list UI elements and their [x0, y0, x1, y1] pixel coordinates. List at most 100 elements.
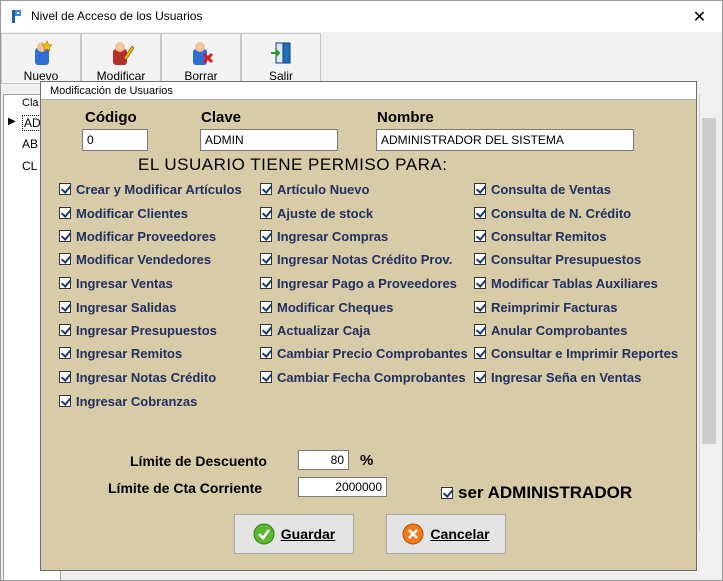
permission-checkbox[interactable]: Reimprimir Facturas	[474, 298, 617, 316]
permission-checkbox[interactable]: Modificar Tablas Auxiliares	[474, 274, 658, 292]
permission-label: Crear y Modificar Artículos	[76, 181, 242, 197]
checkbox-box[interactable]	[260, 183, 272, 195]
checkbox-box[interactable]	[260, 324, 272, 336]
permission-label: Modificar Tablas Auxiliares	[491, 275, 658, 291]
checkbox-box[interactable]	[474, 230, 486, 242]
checkbox-box[interactable]	[474, 207, 486, 219]
permission-checkbox[interactable]: Consultar Presupuestos	[474, 250, 641, 268]
edit-pencil-icon	[113, 42, 134, 65]
permission-label: Ingresar Salidas	[76, 299, 177, 315]
guardar-button[interactable]: Guardar	[234, 514, 354, 554]
permission-checkbox[interactable]: Cambiar Precio Comprobantes	[260, 344, 468, 362]
checkbox-box[interactable]	[474, 253, 486, 265]
permission-checkbox[interactable]: Ingresar Remitos	[59, 344, 182, 362]
checkbox-box[interactable]	[59, 230, 71, 242]
checkbox-box[interactable]	[474, 347, 486, 359]
permission-checkbox[interactable]: Modificar Clientes	[59, 204, 188, 222]
permission-checkbox[interactable]: Cambiar Fecha Comprobantes	[260, 368, 466, 386]
checkbox-box[interactable]	[441, 487, 453, 499]
checkbox-box[interactable]	[260, 207, 272, 219]
checkbox-box[interactable]	[59, 301, 71, 313]
borrar-button[interactable]: Borrar	[161, 33, 241, 84]
permission-checkbox[interactable]: Ingresar Compras	[260, 227, 388, 245]
permission-checkbox[interactable]: Crear y Modificar Artículos	[59, 180, 242, 198]
permission-checkbox[interactable]: Ingresar Cobranzas	[59, 392, 197, 410]
limite-cta-field[interactable]	[298, 477, 387, 497]
checkbox-box[interactable]	[260, 347, 272, 359]
cancelar-label: Cancelar	[430, 526, 490, 542]
permission-label: Ingresar Notas Crédito Prov.	[277, 251, 453, 267]
permission-checkbox[interactable]: Anular Comprobantes	[474, 321, 628, 339]
nombre-field[interactable]	[376, 129, 634, 151]
grid-scrollbar[interactable]	[699, 94, 717, 531]
permission-checkbox[interactable]: Ingresar Seña en Ventas	[474, 368, 641, 386]
permission-label: Ingresar Seña en Ventas	[491, 369, 642, 385]
permission-checkbox[interactable]: Modificar Vendedores	[59, 250, 211, 268]
permission-label: Modificar Vendedores	[76, 251, 212, 267]
codigo-field[interactable]	[82, 129, 148, 151]
salir-button[interactable]: Salir	[241, 33, 321, 84]
checkbox-box[interactable]	[59, 183, 71, 195]
permission-label: Consulta de N. Crédito	[491, 205, 632, 221]
checkbox-box[interactable]	[474, 183, 486, 195]
nombre-label: Nombre	[377, 109, 434, 126]
checkbox-box[interactable]	[260, 230, 272, 242]
checkbox-box[interactable]	[59, 347, 71, 359]
permission-checkbox[interactable]: Consultar Remitos	[474, 227, 607, 245]
cancelar-button[interactable]: Cancelar	[386, 514, 506, 554]
checkbox-box[interactable]	[474, 324, 486, 336]
window-title: Nivel de Acceso de los Usuarios	[31, 9, 203, 23]
permission-checkbox[interactable]: Ingresar Ventas	[59, 274, 173, 292]
checkbox-box[interactable]	[260, 371, 272, 383]
permission-checkbox[interactable]: Consulta de Ventas	[474, 180, 611, 198]
checkbox-box[interactable]	[59, 253, 71, 265]
permission-checkbox[interactable]: Ingresar Notas Crédito	[59, 368, 216, 386]
permission-checkbox[interactable]: Ingresar Salidas	[59, 298, 176, 316]
permission-checkbox[interactable]: Consultar e Imprimir Reportes	[474, 344, 678, 362]
checkbox-box[interactable]	[59, 207, 71, 219]
window-close-button[interactable]: ✕	[677, 1, 722, 32]
permissions-heading: EL USUARIO TIENE PERMISO PARA:	[138, 155, 448, 174]
permission-checkbox[interactable]: Ajuste de stock	[260, 204, 373, 222]
permission-checkbox[interactable]: Ingresar Presupuestos	[59, 321, 217, 339]
checkbox-box[interactable]	[260, 253, 272, 265]
codigo-label: Código	[85, 109, 137, 126]
permission-label: Modificar Clientes	[76, 205, 188, 221]
permission-checkbox[interactable]: Modificar Proveedores	[59, 227, 216, 245]
modificar-button[interactable]: Modificar	[81, 33, 161, 84]
permission-label: Ingresar Presupuestos	[76, 322, 217, 338]
window-titlebar: Nivel de Acceso de los Usuarios ✕	[1, 1, 722, 32]
delete-x-icon	[193, 42, 214, 65]
permission-label: Ingresar Pago a Proveedores	[277, 275, 457, 291]
grid-row[interactable]: CL	[22, 159, 37, 173]
permission-checkbox[interactable]: Consulta de N. Crédito	[474, 204, 631, 222]
checkbox-box[interactable]	[59, 371, 71, 383]
clave-label: Clave	[201, 109, 242, 126]
checkbox-box[interactable]	[260, 277, 272, 289]
checkbox-box[interactable]	[59, 277, 71, 289]
permission-checkbox[interactable]: Actualizar Caja	[260, 321, 370, 339]
toolbar: Nuevo Modificar Borrar Salir	[1, 32, 322, 84]
scrollbar-thumb[interactable]	[702, 118, 716, 444]
permission-checkbox[interactable]: Ingresar Pago a Proveedores	[260, 274, 457, 292]
checkbox-box[interactable]	[474, 371, 486, 383]
permission-label: Ingresar Compras	[277, 228, 389, 244]
row-pointer-icon: ▶	[8, 116, 16, 127]
permission-checkbox[interactable]: Modificar Cheques	[260, 298, 393, 316]
permission-label: Consultar Presupuestos	[491, 251, 642, 267]
checkbox-box[interactable]	[474, 277, 486, 289]
new-star-icon	[35, 40, 53, 65]
permission-checkbox[interactable]: Ingresar Notas Crédito Prov.	[260, 250, 452, 268]
permission-label: Ingresar Ventas	[76, 275, 173, 291]
ser-administrador-checkbox[interactable]: ser ADMINISTRADOR	[441, 483, 632, 503]
permission-label: Anular Comprobantes	[491, 322, 628, 338]
nuevo-button[interactable]: Nuevo	[1, 33, 81, 84]
clave-field[interactable]	[200, 129, 338, 151]
checkbox-box[interactable]	[260, 301, 272, 313]
checkbox-box[interactable]	[59, 395, 71, 407]
checkbox-box[interactable]	[59, 324, 71, 336]
permission-checkbox[interactable]: Artículo Nuevo	[260, 180, 369, 198]
grid-row[interactable]: AB	[22, 137, 38, 151]
checkbox-box[interactable]	[474, 301, 486, 313]
limite-descuento-field[interactable]	[298, 450, 349, 470]
